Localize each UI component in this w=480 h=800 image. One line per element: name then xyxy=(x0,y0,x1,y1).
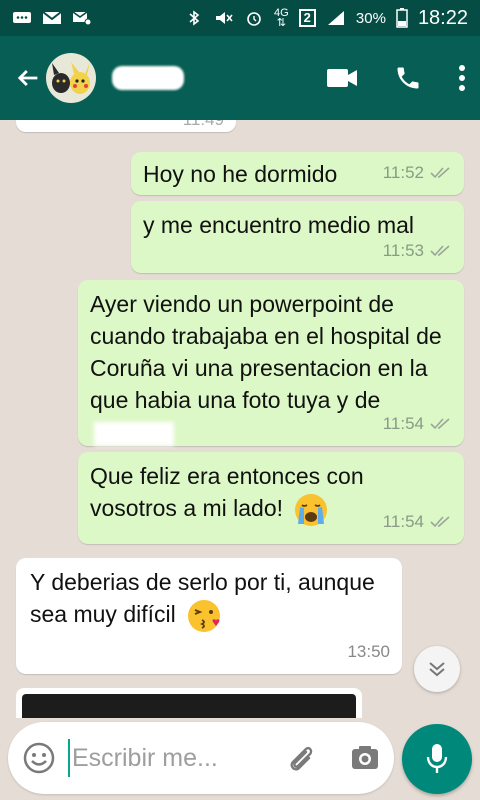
image-thumbnail[interactable] xyxy=(22,694,356,718)
attach-paperclip-icon[interactable] xyxy=(284,742,316,774)
microphone-icon xyxy=(426,744,448,773)
email-icon xyxy=(72,11,92,26)
status-bar: 4G ⇅ 2 30% 18:22 xyxy=(0,0,480,36)
text-cursor xyxy=(68,739,70,777)
message-time: 11:54 xyxy=(382,414,424,433)
message-time: 11:54 xyxy=(382,512,424,531)
camera-icon[interactable] xyxy=(350,743,380,773)
double-chevron-down-icon xyxy=(429,662,445,677)
alarm-icon xyxy=(247,12,261,26)
double-check-icon xyxy=(430,418,450,430)
image-message-bubble[interactable] xyxy=(16,688,362,718)
message-time: 11:49 xyxy=(183,120,224,136)
message-bubble[interactable]: Hoy no he dormido 11:52 xyxy=(131,152,464,195)
message-bubble[interactable]: Ayer viendo un powerpoint de cuando trab… xyxy=(78,280,464,446)
crying-face-emoji xyxy=(295,494,328,526)
redacted-name xyxy=(94,421,174,446)
double-check-icon xyxy=(430,245,450,257)
message-time: 11:52 xyxy=(382,163,424,182)
message-text: Hoy no he dormido xyxy=(143,161,338,187)
message-bubble[interactable]: y me encuentro medio mal 11:53 xyxy=(131,201,464,273)
contact-name-redacted[interactable] xyxy=(112,66,184,90)
battery-percent: 30% xyxy=(355,9,386,27)
bluetooth-icon xyxy=(189,10,200,26)
sim-badge: 2 xyxy=(298,9,316,27)
chat-header xyxy=(0,36,480,120)
message-list[interactable]: 11:49 Hoy no he dormido 11:52 y me encue… xyxy=(0,120,480,718)
kiss-face-emoji xyxy=(188,600,221,632)
scroll-to-bottom-button[interactable] xyxy=(414,646,460,692)
video-call-icon[interactable] xyxy=(326,67,358,89)
gmail-icon xyxy=(42,11,62,24)
double-check-icon xyxy=(430,167,450,179)
pikachu-avatar-icon xyxy=(52,62,90,94)
mute-icon xyxy=(215,12,233,24)
message-composer xyxy=(8,722,394,794)
more-options-icon[interactable] xyxy=(458,64,466,92)
double-check-icon xyxy=(430,516,450,528)
message-bubble[interactable]: Y deberias de serlo por ti, aunque sea m… xyxy=(16,558,402,674)
chat-notification-icon xyxy=(13,12,31,23)
message-time: 11:53 xyxy=(382,241,424,260)
signal-icon xyxy=(327,11,344,25)
message-bubble-partial[interactable]: 11:49 xyxy=(16,120,236,132)
message-time: 13:50 xyxy=(347,642,390,661)
message-text: y me encuentro medio mal xyxy=(143,212,415,238)
voice-message-button[interactable] xyxy=(402,724,472,794)
message-input[interactable] xyxy=(72,743,252,773)
battery-icon xyxy=(396,8,408,28)
network-type: 4G ⇅ xyxy=(273,7,289,29)
message-bubble[interactable]: Que feliz era entonces con vosotros a mi… xyxy=(78,452,464,544)
status-time: 18:22 xyxy=(417,6,468,29)
contact-avatar[interactable] xyxy=(46,53,96,103)
voice-call-icon[interactable] xyxy=(394,64,422,92)
emoji-icon[interactable] xyxy=(22,741,56,775)
back-arrow-icon[interactable] xyxy=(14,64,42,92)
message-text: Ayer viendo un powerpoint de cuando trab… xyxy=(90,291,442,413)
